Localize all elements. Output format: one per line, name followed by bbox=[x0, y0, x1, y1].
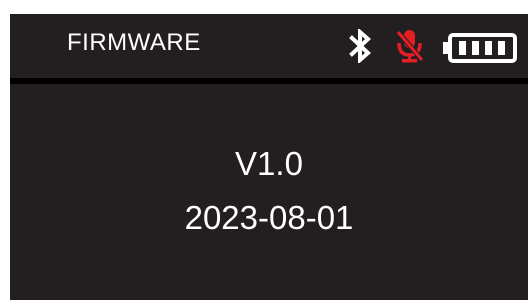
firmware-info: V1.0 2023-08-01 bbox=[10, 84, 528, 300]
mic-muted-icon bbox=[393, 28, 427, 69]
firmware-screen: FIRMWARE V1.0 2023-08-01 bbox=[10, 14, 528, 300]
status-header: FIRMWARE bbox=[10, 14, 528, 78]
page-title: FIRMWARE bbox=[67, 29, 201, 56]
battery-icon bbox=[443, 33, 519, 68]
firmware-date: 2023-08-01 bbox=[184, 199, 354, 236]
bluetooth-icon bbox=[348, 27, 374, 68]
firmware-version: V1.0 bbox=[235, 145, 303, 182]
